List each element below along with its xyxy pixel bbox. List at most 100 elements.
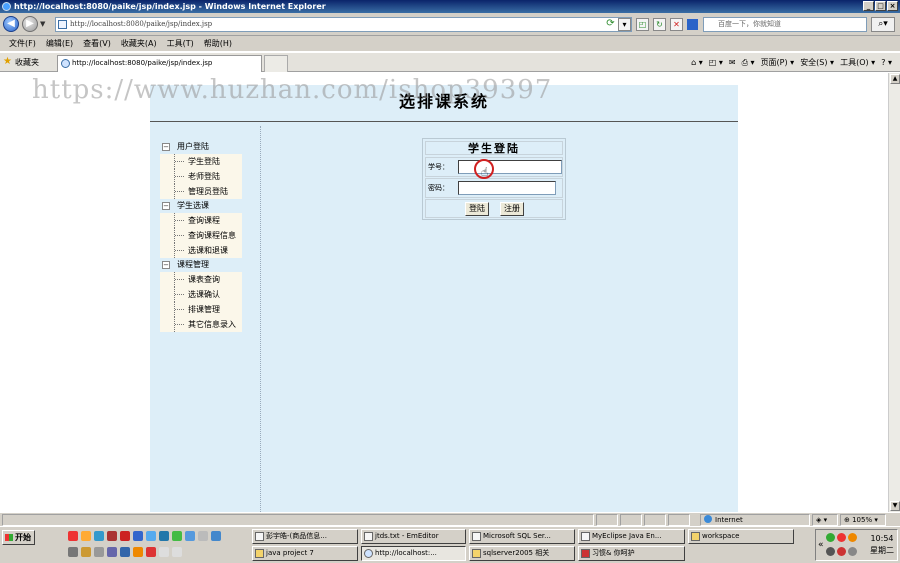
address-dropdown-icon[interactable]: ▾ (618, 18, 631, 31)
app-icon[interactable] (133, 531, 143, 541)
window-titlebar[interactable]: http://localhost:8080/paike/jsp/index.js… (0, 0, 900, 13)
history-dropdown-icon[interactable]: ▼ (40, 20, 45, 28)
tray-expand-icon[interactable]: « (818, 540, 824, 550)
collapse-icon[interactable]: − (162, 143, 170, 151)
favorites-button[interactable]: ★ 收藏夹 (3, 56, 39, 69)
quick-launch-row (68, 547, 250, 561)
menu-group-header[interactable]: − 课程管理 (160, 258, 250, 272)
task-button-active[interactable]: http://localhost:... (361, 546, 466, 561)
app-icon[interactable] (133, 547, 143, 557)
menu-edit[interactable]: 编辑(E) (41, 36, 78, 51)
menu-tools[interactable]: 工具(T) (162, 36, 199, 51)
app-icon[interactable] (94, 547, 104, 557)
login-button[interactable]: 登陆 (465, 202, 489, 216)
task-button[interactable]: 习惯& 你呵护 (578, 546, 685, 561)
address-input[interactable]: http://localhost:8080/paike/jsp/index.js… (55, 17, 632, 32)
maximize-button[interactable]: □ (875, 1, 886, 11)
search-icon[interactable]: ⌕▾ (871, 17, 895, 32)
menu-file[interactable]: 文件(F) (4, 36, 41, 51)
clock[interactable]: 10:54 星期二 (866, 533, 898, 557)
app-icon[interactable] (172, 547, 182, 557)
app-icon[interactable] (81, 547, 91, 557)
app-icon[interactable] (120, 547, 130, 557)
menu-item-teacher-login[interactable]: 老师登陆 (160, 169, 242, 184)
menu-item-scheduling[interactable]: 排课管理 (160, 302, 242, 317)
zoom-control[interactable]: ⊕ 105% ▾ (840, 514, 886, 526)
tray-icon[interactable] (848, 533, 857, 542)
app-icon[interactable] (159, 547, 169, 557)
back-arrow-icon[interactable]: ◀ (3, 16, 19, 32)
feeds-icon[interactable]: ◰ ▾ (709, 56, 723, 69)
app-icon[interactable] (107, 531, 117, 541)
search-input[interactable]: 百度一下，你就知道 (703, 17, 867, 32)
protected-mode-icon[interactable]: ◈ ▾ (812, 514, 838, 526)
app-icon[interactable] (81, 531, 91, 541)
menu-group-header[interactable]: − 用户登陆 (160, 140, 250, 154)
app-icon[interactable] (146, 531, 156, 541)
mail-icon[interactable]: ✉ (729, 56, 736, 69)
tray-icon[interactable] (848, 547, 857, 556)
scroll-up-icon[interactable]: ▲ (890, 74, 900, 84)
security-zone[interactable]: Internet (700, 514, 810, 526)
new-tab-button[interactable] (264, 55, 288, 72)
collapse-icon[interactable]: − (162, 261, 170, 269)
menu-item-other-info-entry[interactable]: 其它信息录入 (160, 317, 242, 332)
rss-icon[interactable]: ◰ (636, 18, 649, 31)
task-button[interactable]: jtds.txt - EmEditor (361, 529, 466, 544)
task-button[interactable]: Microsoft SQL Ser... (469, 529, 575, 544)
favorites-label: 收藏夹 (15, 58, 39, 67)
app-icon[interactable] (68, 547, 78, 557)
clock-time: 10:54 (870, 534, 894, 543)
tray-icon[interactable] (826, 547, 835, 556)
tray-icon[interactable] (837, 533, 846, 542)
print-icon[interactable]: ⎙ ▾ (742, 56, 755, 69)
forward-arrow-icon[interactable]: ▶ (22, 16, 38, 32)
task-button[interactable]: MyEclipse Java En... (578, 529, 685, 544)
tools-menu[interactable]: 工具(O) ▾ (840, 56, 875, 69)
menu-favorites[interactable]: 收藏夹(A) (116, 36, 162, 51)
folder-icon (255, 549, 264, 558)
menu-item-selection-confirm[interactable]: 选课确认 (160, 287, 242, 302)
tab-current[interactable]: http://localhost:8080/paike/jsp/index.js… (57, 55, 262, 72)
scroll-down-icon[interactable]: ▼ (890, 501, 900, 511)
menu-help[interactable]: 帮助(H) (199, 36, 237, 51)
minimize-button[interactable]: _ (863, 1, 874, 11)
safety-menu[interactable]: 安全(S) ▾ (800, 56, 834, 69)
app-icon[interactable] (198, 531, 208, 541)
qq-icon[interactable] (68, 531, 78, 541)
task-button[interactable]: sqlserver2005 相关 (469, 546, 575, 561)
app-icon[interactable] (94, 531, 104, 541)
app-icon[interactable] (172, 531, 182, 541)
compatibility-icon[interactable]: ⟳ (604, 18, 617, 31)
task-button[interactable]: 彭宇皓-(商品信息... (252, 529, 358, 544)
menu-item-query-courses[interactable]: 查询课程 (160, 213, 242, 228)
app-icon[interactable] (120, 531, 130, 541)
tray-icon[interactable] (826, 533, 835, 542)
app-icon[interactable] (159, 531, 169, 541)
menu-item-select-drop[interactable]: 选课和退课 (160, 243, 242, 258)
refresh-icon[interactable]: ↻ (653, 18, 666, 31)
menu-item-timetable-query[interactable]: 课表查询 (160, 272, 242, 287)
page-menu[interactable]: 页面(P) ▾ (761, 56, 795, 69)
menu-item-student-login[interactable]: 学生登陆 (160, 154, 242, 169)
app-icon[interactable] (107, 547, 117, 557)
app-icon[interactable] (211, 531, 221, 541)
menu-view[interactable]: 查看(V) (78, 36, 116, 51)
app-icon[interactable] (146, 547, 156, 557)
help-icon[interactable]: ? ▾ (881, 56, 892, 69)
menu-group-header[interactable]: − 学生选课 (160, 199, 250, 213)
menu-item-query-course-info[interactable]: 查询课程信息 (160, 228, 242, 243)
close-button[interactable]: × (887, 1, 898, 11)
start-button[interactable]: 开始 (2, 530, 35, 545)
tray-icon[interactable] (837, 547, 846, 556)
task-button[interactable]: workspace (688, 529, 794, 544)
menu-item-admin-login[interactable]: 管理员登陆 (160, 184, 242, 199)
vertical-scrollbar[interactable]: ▲ ▼ (888, 73, 900, 512)
app-icon[interactable] (185, 531, 195, 541)
register-button[interactable]: 注册 (500, 202, 524, 216)
home-icon[interactable]: ⌂ ▾ (691, 56, 703, 69)
collapse-icon[interactable]: − (162, 202, 170, 210)
task-button[interactable]: java project 7 (252, 546, 358, 561)
stop-icon[interactable]: ✕ (670, 18, 683, 31)
password-input[interactable] (458, 181, 556, 195)
